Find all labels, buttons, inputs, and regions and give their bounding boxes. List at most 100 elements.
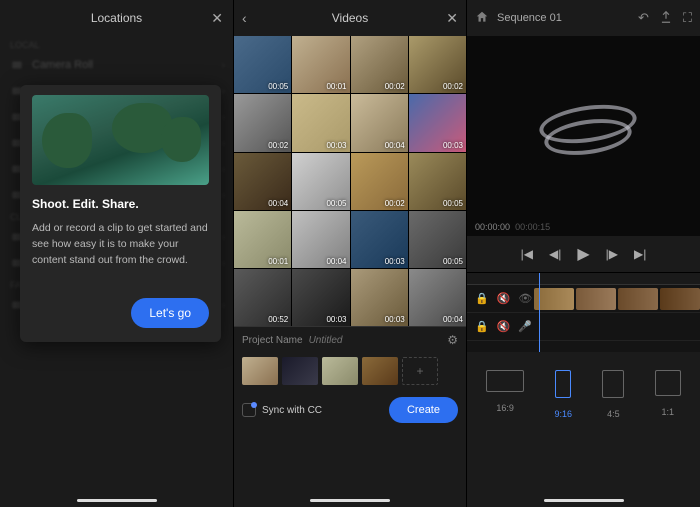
duration-badge: 00:02 — [443, 82, 463, 91]
project-name-input[interactable] — [309, 335, 448, 346]
home-indicator[interactable] — [310, 499, 390, 502]
timecode: 00:00:00 00:00:15 — [475, 222, 550, 232]
sync-label: Sync with CC — [262, 405, 322, 416]
ratio-label: 1:1 — [662, 407, 675, 417]
project-name-row: Project Name ⚙ — [234, 326, 466, 353]
playhead[interactable] — [539, 273, 540, 352]
mic-icon[interactable]: 🎤 — [518, 320, 532, 333]
skip-end-icon[interactable]: ▶| — [634, 247, 646, 261]
gear-icon[interactable]: ⚙ — [447, 333, 458, 347]
video-thumbnail[interactable]: 00:04 — [234, 153, 291, 210]
home-indicator[interactable] — [544, 499, 624, 502]
lock-icon[interactable]: 🔒 — [475, 320, 489, 333]
timeline-clip[interactable] — [576, 288, 616, 310]
video-thumbnail[interactable]: 00:02 — [409, 36, 466, 93]
panel2-header: ‹ Videos ✕ — [234, 0, 466, 36]
aspect-ratio-4-5[interactable]: 4:5 — [602, 370, 624, 422]
timeline-clip[interactable] — [618, 288, 658, 310]
locations-panel: Locations ✕ LOCALCamera Roll››››››CLOUD›… — [0, 0, 233, 507]
timeline[interactable]: 🔒 🔇 👁 🔒 🔇 🎤 — [467, 272, 700, 352]
duration-badge: 00:02 — [385, 199, 405, 208]
videos-panel: ‹ Videos ✕ 00:05 00:01 00:02 00:02 00:02 00:0… — [233, 0, 467, 507]
category-label: LOCAL — [0, 36, 233, 52]
home-icon[interactable] — [475, 10, 489, 27]
chevron-right-icon: › — [222, 112, 225, 123]
preview-content — [524, 76, 644, 196]
video-thumbnail[interactable]: 00:05 — [409, 211, 466, 268]
duration-badge: 00:52 — [268, 315, 288, 324]
duration-badge: 00:04 — [385, 141, 405, 150]
fullscreen-icon[interactable]: ⛶ — [683, 10, 692, 26]
location-row[interactable]: Camera Roll › — [0, 52, 233, 78]
video-preview[interactable]: 00:00:00 00:00:15 — [467, 36, 700, 236]
selected-thumbnail[interactable] — [282, 357, 318, 385]
video-thumbnail[interactable]: 00:03 — [351, 269, 408, 326]
video-thumbnail[interactable]: 00:04 — [409, 269, 466, 326]
video-thumbnail[interactable]: 00:05 — [409, 153, 466, 210]
chevron-right-icon: › — [222, 300, 225, 311]
skip-start-icon[interactable]: |◀ — [521, 247, 533, 261]
duration-badge: 00:02 — [268, 141, 288, 150]
chevron-right-icon: › — [222, 86, 225, 97]
chevron-right-icon: › — [222, 60, 225, 71]
aspect-ratio-1-1[interactable]: 1:1 — [655, 370, 681, 422]
timeline-clip[interactable] — [660, 288, 700, 310]
selected-thumbnail[interactable] — [242, 357, 278, 385]
aspect-ratio-9-16[interactable]: 9:16 — [555, 370, 573, 422]
sync-checkbox[interactable] — [242, 403, 256, 417]
duration-badge: 00:05 — [268, 82, 288, 91]
chevron-right-icon: › — [222, 164, 225, 175]
video-thumbnail[interactable]: 00:03 — [292, 269, 349, 326]
share-icon[interactable] — [659, 10, 673, 27]
video-thumbnail[interactable]: 00:52 — [234, 269, 291, 326]
video-thumbnail[interactable]: 00:05 — [234, 36, 291, 93]
chevron-right-icon: › — [222, 190, 225, 201]
video-thumbnail[interactable]: 00:04 — [292, 211, 349, 268]
video-thumbnail[interactable]: 00:01 — [234, 211, 291, 268]
close-icon[interactable]: ✕ — [211, 10, 223, 27]
step-back-icon[interactable]: ◀| — [549, 247, 561, 261]
duration-badge: 00:05 — [443, 257, 463, 266]
duration-badge: 00:01 — [326, 82, 346, 91]
modal-body: Add or record a clip to get started and … — [32, 221, 209, 268]
location-label: Camera Roll — [32, 59, 93, 71]
home-indicator[interactable] — [77, 499, 157, 502]
video-thumbnail[interactable]: 00:02 — [351, 153, 408, 210]
video-thumbnail[interactable]: 00:03 — [409, 94, 466, 151]
undo-icon[interactable]: ↶ — [638, 10, 649, 26]
video-thumbnail[interactable]: 00:03 — [292, 94, 349, 151]
play-icon[interactable]: ▶ — [577, 244, 589, 264]
video-thumbnail[interactable]: 00:02 — [234, 94, 291, 151]
selected-thumbnail[interactable] — [322, 357, 358, 385]
back-icon[interactable]: ‹ — [242, 10, 247, 26]
timeline-ruler[interactable] — [467, 273, 700, 285]
video-thumbnail[interactable]: 00:04 — [351, 94, 408, 151]
create-button[interactable]: Create — [389, 397, 458, 423]
video-track[interactable]: 🔒 🔇 👁 — [467, 285, 700, 313]
duration-badge: 00:05 — [443, 199, 463, 208]
video-thumbnail[interactable]: 00:01 — [292, 36, 349, 93]
ratio-label: 9:16 — [555, 409, 573, 419]
panel1-title: Locations — [91, 11, 142, 25]
mute-icon[interactable]: 🔇 — [497, 292, 511, 305]
duration-badge: 00:05 — [326, 199, 346, 208]
video-thumbnail[interactable]: 00:05 — [292, 153, 349, 210]
chevron-right-icon: › — [222, 138, 225, 149]
duration-badge: 00:02 — [385, 82, 405, 91]
step-forward-icon[interactable]: |▶ — [606, 247, 618, 261]
lets-go-button[interactable]: Let's go — [131, 298, 209, 328]
timeline-clip[interactable] — [534, 288, 574, 310]
video-thumbnail[interactable]: 00:02 — [351, 36, 408, 93]
mute-icon[interactable]: 🔇 — [497, 320, 511, 333]
selected-thumbnail[interactable] — [362, 357, 398, 385]
aspect-ratio-16-9[interactable]: 16:9 — [486, 370, 524, 422]
add-clip-button[interactable]: + — [402, 357, 438, 385]
visibility-icon[interactable]: 👁 — [518, 292, 532, 305]
ratio-label: 4:5 — [607, 409, 620, 419]
video-thumbnail[interactable]: 00:03 — [351, 211, 408, 268]
duration-badge: 00:04 — [268, 199, 288, 208]
lock-icon[interactable]: 🔒 — [475, 292, 489, 305]
duration-badge: 00:01 — [268, 257, 288, 266]
audio-track[interactable]: 🔒 🔇 🎤 — [467, 313, 700, 341]
close-icon[interactable]: ✕ — [446, 10, 458, 27]
